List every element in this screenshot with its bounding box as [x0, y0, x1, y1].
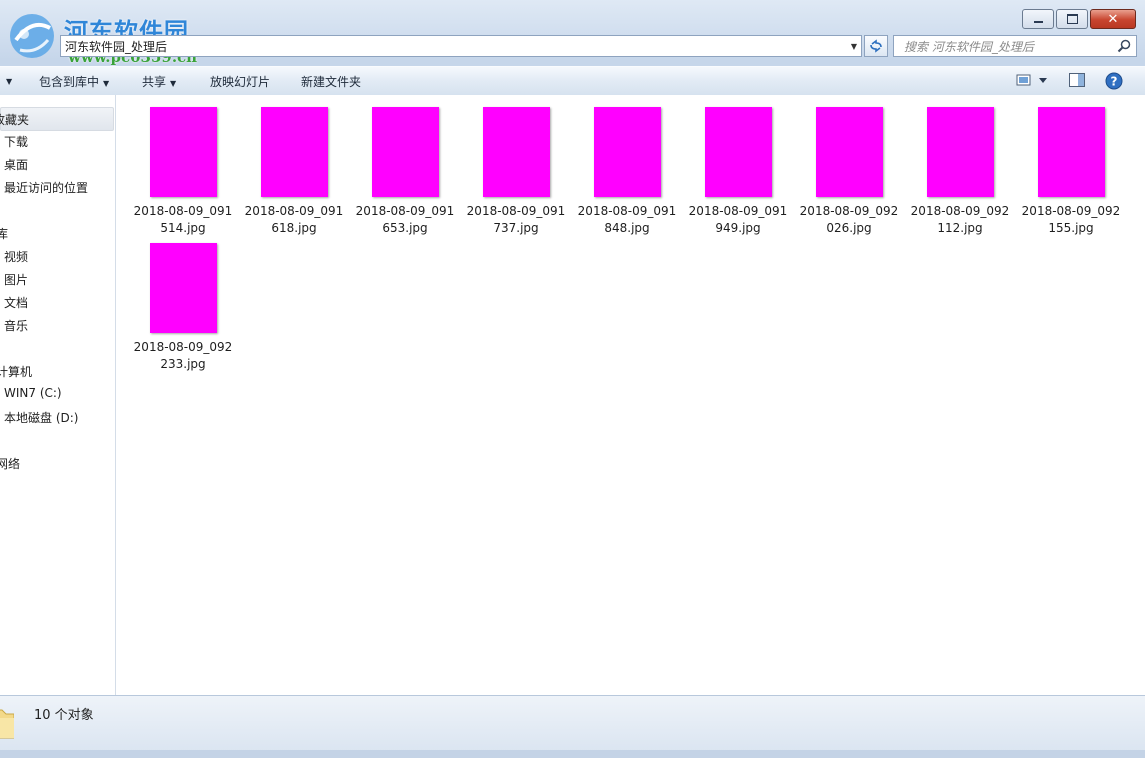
- address-bar[interactable]: 河东软件园_处理后 ▼: [60, 35, 862, 57]
- new-folder-button[interactable]: 新建文件夹: [301, 73, 361, 90]
- nav-computer[interactable]: 计算机: [0, 363, 32, 380]
- explorer-window: ✕ 河东软件园 www.pc0359.cn 河东软件园_处理后 ▼ 搜索 河东软…: [0, 0, 1145, 758]
- item-count-status: 10 个对象: [34, 708, 94, 723]
- image-thumbnail: [1037, 107, 1105, 197]
- maximize-button[interactable]: [1056, 9, 1088, 29]
- nav-favorites-label: 收藏夹: [0, 113, 30, 127]
- image-thumbnail: [149, 107, 217, 197]
- navigation-pane: 收藏夹 下载 桌面 最近访问的位置 库 视频 图片 文档 音乐 计算机 WIN7…: [0, 95, 116, 695]
- image-thumbnail: [371, 107, 439, 197]
- search-box[interactable]: 搜索 河东软件园_处理后: [893, 35, 1137, 57]
- preview-pane-icon: [1069, 73, 1085, 87]
- refresh-button[interactable]: [864, 35, 888, 57]
- file-name: 2018-08-09_092 155.jpg: [1021, 204, 1121, 235]
- image-thumbnail: [149, 243, 217, 333]
- help-icon: ?: [1105, 72, 1123, 90]
- organize-dropdown-arrow[interactable]: ▼: [2, 73, 12, 87]
- nav-item-downloads[interactable]: 下载: [4, 133, 28, 150]
- file-item[interactable]: 2018-08-09_092 112.jpg: [910, 107, 1010, 237]
- file-name: 2018-08-09_092 233.jpg: [133, 340, 233, 371]
- image-thumbnail: [260, 107, 328, 197]
- image-thumbnail: [815, 107, 883, 197]
- file-list: 2018-08-09_091 514.jpg 2018-08-09_091 618.…: [116, 95, 1145, 695]
- image-thumbnail: [482, 107, 550, 197]
- close-button[interactable]: ✕: [1090, 9, 1136, 29]
- command-bar: ▼ 包含到库中 ▼ 共享 ▼ 放映幻灯片 新建文件夹 ?: [0, 66, 1145, 96]
- file-item[interactable]: 2018-08-09_092 026.jpg: [799, 107, 899, 237]
- nav-item-drive-c[interactable]: WIN7 (C:): [4, 386, 62, 400]
- file-item[interactable]: 2018-08-09_091 618.jpg: [244, 107, 344, 237]
- file-name: 2018-08-09_092 112.jpg: [910, 204, 1010, 235]
- file-item[interactable]: 2018-08-09_091 737.jpg: [466, 107, 566, 237]
- address-dropdown-icon[interactable]: ▼: [847, 42, 861, 51]
- watermark-logo-icon: [10, 14, 54, 58]
- file-name: 2018-08-09_091 949.jpg: [688, 204, 788, 235]
- address-path: 河东软件园_处理后: [65, 39, 168, 54]
- nav-item-videos[interactable]: 视频: [4, 248, 28, 265]
- caption-buttons: ✕: [1022, 9, 1136, 29]
- file-name: 2018-08-09_091 618.jpg: [244, 204, 344, 235]
- file-name: 2018-08-09_091 737.jpg: [466, 204, 566, 235]
- nav-item-desktop[interactable]: 桌面: [4, 156, 28, 173]
- file-item[interactable]: 2018-08-09_091 949.jpg: [688, 107, 788, 237]
- file-item[interactable]: 2018-08-09_091 653.jpg: [355, 107, 455, 237]
- view-options-button[interactable]: [1015, 72, 1049, 91]
- share-button[interactable]: 共享 ▼: [142, 73, 176, 90]
- file-item[interactable]: 2018-08-09_092 155.jpg: [1021, 107, 1121, 237]
- preview-pane-button[interactable]: [1068, 72, 1086, 91]
- include-in-library-button[interactable]: 包含到库中 ▼: [39, 73, 109, 90]
- nav-item-pictures[interactable]: 图片: [4, 271, 28, 288]
- close-icon: ✕: [1107, 11, 1119, 27]
- include-in-library-label: 包含到库中: [39, 75, 100, 89]
- nav-favorites[interactable]: 收藏夹: [0, 107, 114, 131]
- window-bottom-border: [0, 750, 1145, 758]
- nav-item-drive-d[interactable]: 本地磁盘 (D:): [4, 409, 78, 426]
- search-placeholder: 搜索 河东软件园_处理后: [904, 39, 1034, 54]
- image-thumbnail: [704, 107, 772, 197]
- file-name: 2018-08-09_091 848.jpg: [577, 204, 677, 235]
- search-icon[interactable]: [1116, 38, 1132, 54]
- minimize-button[interactable]: [1022, 9, 1054, 29]
- maximize-icon: [1066, 14, 1078, 24]
- minimize-icon: [1033, 21, 1043, 23]
- file-name: 2018-08-09_092 026.jpg: [799, 204, 899, 235]
- svg-text:?: ?: [1111, 75, 1118, 89]
- slideshow-button[interactable]: 放映幻灯片: [210, 73, 270, 90]
- file-item[interactable]: 2018-08-09_091 514.jpg: [133, 107, 233, 237]
- help-button[interactable]: ?: [1105, 72, 1123, 93]
- nav-item-music[interactable]: 音乐: [4, 317, 28, 334]
- nav-libraries[interactable]: 库: [0, 225, 8, 242]
- nav-item-recent-places[interactable]: 最近访问的位置: [4, 179, 88, 196]
- details-pane: 10 个对象: [0, 695, 1145, 751]
- image-thumbnail: [926, 107, 994, 197]
- share-label: 共享: [142, 75, 167, 89]
- file-item[interactable]: 2018-08-09_092 233.jpg: [133, 243, 233, 373]
- refresh-icon: [870, 39, 882, 53]
- folder-icon: [0, 709, 14, 739]
- file-name: 2018-08-09_091 514.jpg: [133, 204, 233, 235]
- nav-item-documents[interactable]: 文档: [4, 294, 28, 311]
- file-name: 2018-08-09_091 653.jpg: [355, 204, 455, 235]
- image-thumbnail: [593, 107, 661, 197]
- file-item[interactable]: 2018-08-09_091 848.jpg: [577, 107, 677, 237]
- nav-network[interactable]: 网络: [0, 455, 20, 472]
- view-options-icon: [1016, 74, 1047, 86]
